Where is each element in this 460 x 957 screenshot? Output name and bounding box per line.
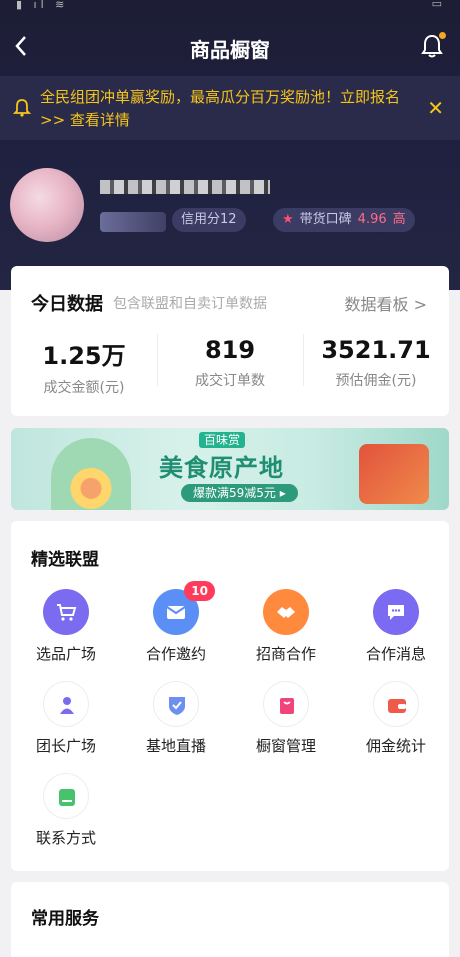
avatar[interactable]	[10, 168, 84, 242]
page-title: 商品橱窗	[190, 38, 270, 62]
shield-icon	[153, 681, 199, 727]
stat-label: 预估佣金(元)	[335, 373, 417, 389]
notification-button[interactable]	[418, 32, 446, 60]
stat-value: 819	[204, 336, 256, 364]
koubei-score: 4.96	[357, 212, 387, 227]
stat-commission[interactable]: 3521.71 预估佣金(元)	[303, 336, 449, 390]
mail-icon: 10	[153, 581, 215, 635]
grid-item-cooperation-messages[interactable]: 合作消息	[341, 589, 451, 664]
services-title: 常用服务	[31, 909, 99, 929]
credit-score-badge[interactable]: 信用分12	[172, 208, 246, 232]
person-icon	[43, 681, 89, 727]
grid-item-selection-plaza[interactable]: 选品广场	[11, 589, 121, 664]
stat-gmv[interactable]: 1.25万 成交金额(元)	[11, 336, 157, 397]
grid-item-merchant-cooperation[interactable]: 招商合作	[231, 589, 341, 664]
koubei-level: 高	[392, 212, 406, 227]
nav-bar: 商品橱窗	[0, 26, 460, 66]
grid-item-cooperation-invite[interactable]: 10 合作邀约	[121, 581, 231, 664]
grid-item-commission-stats[interactable]: 佣金统计	[341, 681, 451, 756]
wallet-icon	[373, 681, 419, 727]
blurred-tag	[100, 212, 166, 232]
promo-banner[interactable]: 百味赏 美食原产地 爆款满59减5元 ▸	[11, 428, 449, 510]
signal-icon: ▮ ıl ≋	[16, 0, 69, 11]
status-bar: ▮ ıl ≋ ▭	[0, 0, 460, 14]
stat-value: 1.25万	[42, 342, 126, 370]
banner-chip[interactable]: 爆款满59减5元 ▸	[181, 484, 298, 502]
alliance-card: 精选联盟 选品广场 10 合作邀约 招商合作 合作消息 团长广场 基地直播 橱窗…	[11, 521, 449, 871]
koubei-badge[interactable]: ★ 带货口碑 4.96 高	[273, 208, 415, 232]
close-icon[interactable]: ✕	[427, 96, 444, 120]
profile-section: 信用分12 ★ 带货口碑 4.96 高	[0, 160, 460, 250]
data-dashboard-link[interactable]: 数据看板 >	[345, 291, 428, 315]
stat-label: 成交订单数	[195, 373, 265, 389]
phone-icon	[43, 773, 89, 819]
grid-item-contact[interactable]: 联系方式	[11, 773, 121, 848]
star-icon: ★	[282, 212, 294, 227]
grid-item-base-live[interactable]: 基地直播	[121, 681, 231, 756]
stat-value: 3521.71	[321, 336, 431, 364]
gift-illustration	[359, 444, 429, 504]
banner-brand: 百味赏	[199, 432, 246, 448]
bag-icon	[263, 681, 309, 727]
today-data-card: 今日数据 包含联盟和自卖订单数据 数据看板 > 1.25万 成交金额(元) 81…	[11, 266, 449, 416]
grid-item-leader-plaza[interactable]: 团长广场	[11, 681, 121, 756]
chat-icon	[373, 589, 419, 635]
unread-badge: 10	[184, 581, 215, 601]
stat-orders[interactable]: 819 成交订单数	[157, 336, 303, 390]
bell-icon	[12, 99, 32, 117]
koubei-label: 带货口碑	[299, 212, 352, 227]
notice-text[interactable]: 全民组团冲单赢奖励，最高瓜分百万奖励池！立即报名 >> 查看详情	[40, 86, 420, 132]
food-illustration	[51, 438, 131, 510]
handshake-icon	[263, 589, 309, 635]
common-services-card: 常用服务	[11, 882, 449, 957]
notification-dot	[439, 32, 446, 39]
username-blurred	[100, 180, 270, 194]
battery-icon: ▭	[431, 0, 442, 10]
today-title: 今日数据	[31, 294, 103, 315]
stat-label: 成交金额(元)	[43, 380, 125, 396]
banner-headline: 美食原产地	[159, 454, 284, 482]
grid-item-window-management[interactable]: 橱窗管理	[231, 681, 341, 756]
cart-icon	[43, 589, 89, 635]
alliance-title: 精选联盟	[31, 550, 99, 570]
promo-notice[interactable]: 全民组团冲单赢奖励，最高瓜分百万奖励池！立即报名 >> 查看详情 ✕	[0, 76, 460, 140]
today-subtitle: 包含联盟和自卖订单数据	[113, 296, 267, 312]
